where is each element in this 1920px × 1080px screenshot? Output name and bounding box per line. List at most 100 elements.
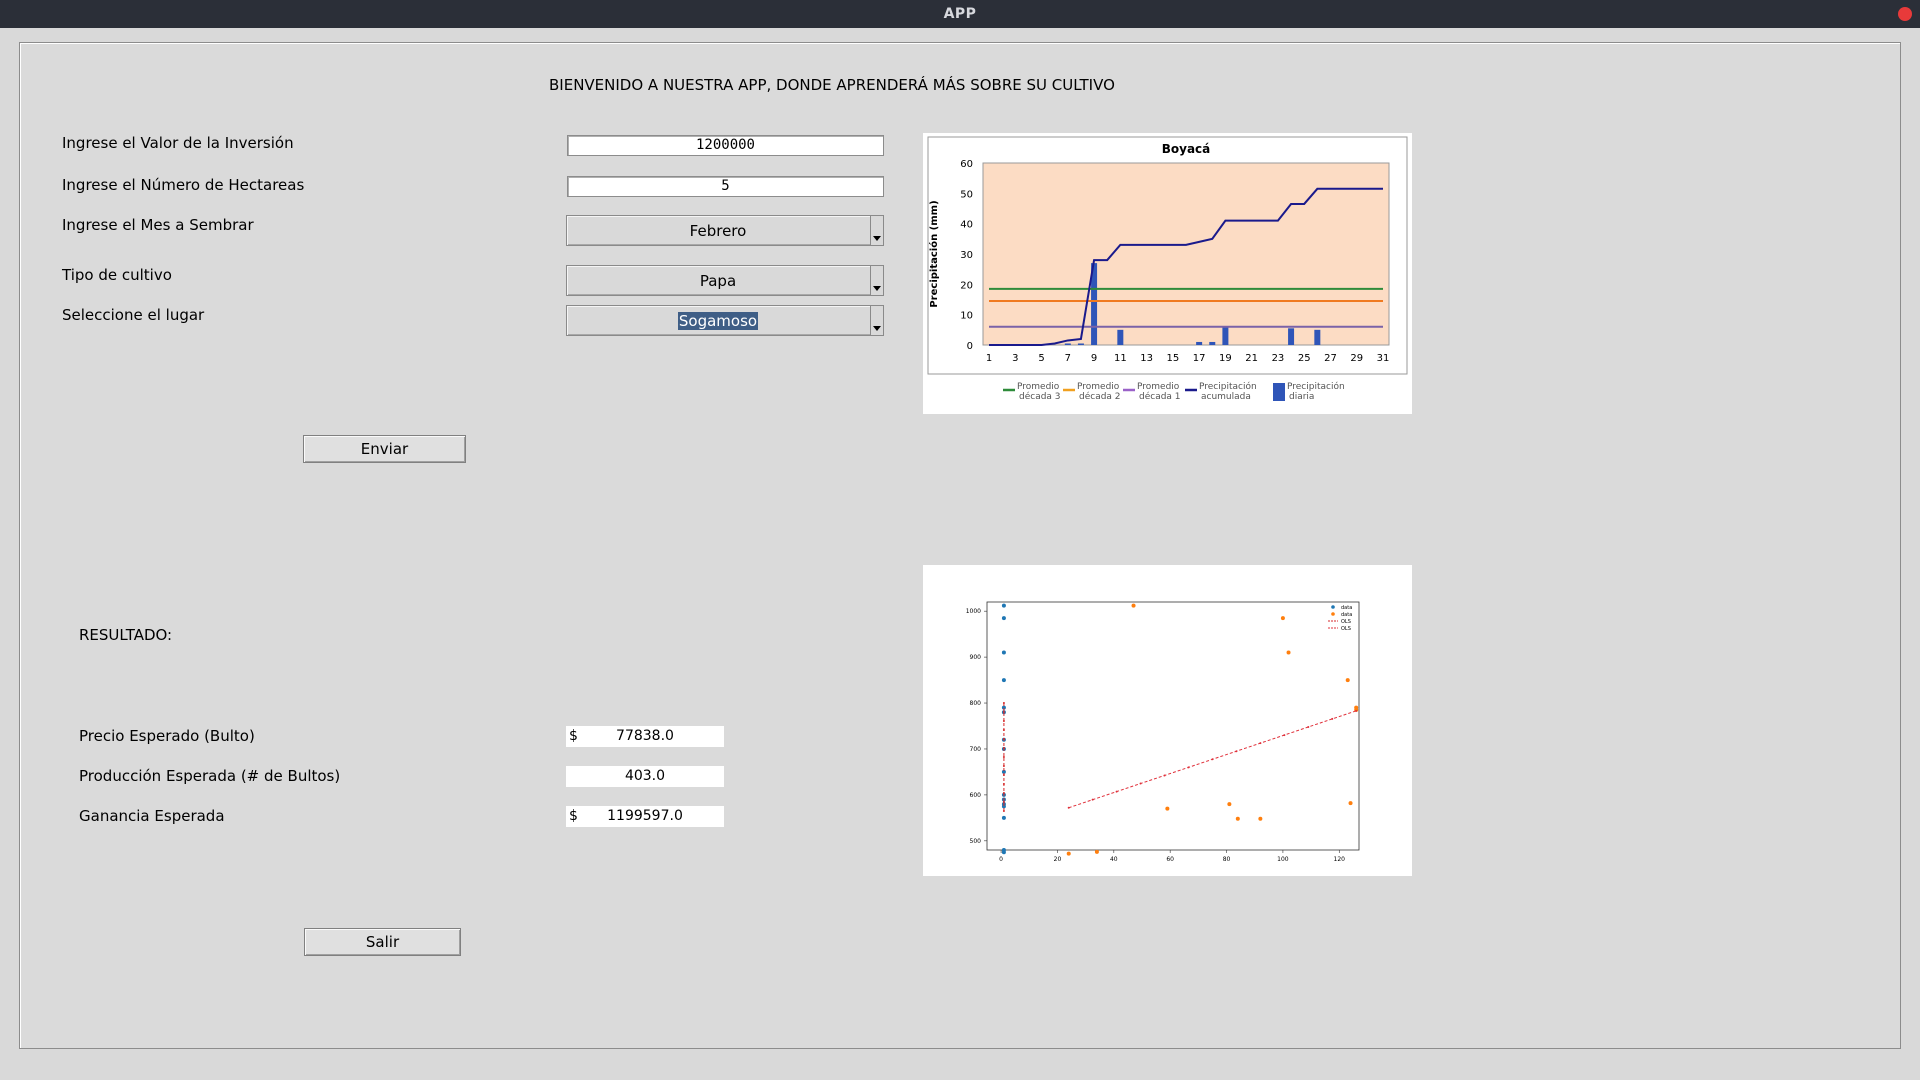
y-tick-label: 800 (970, 700, 982, 707)
ols-marker (1235, 750, 1238, 753)
enviar-button[interactable]: Enviar (303, 435, 466, 463)
legend-label: Precipitación (1199, 381, 1257, 392)
data-point (1001, 616, 1006, 621)
ols-marker (1211, 758, 1214, 761)
y-tick-label: 0 (967, 341, 973, 352)
inversion-input[interactable]: 1200000 (567, 135, 884, 156)
x-tick-label: 21 (1245, 353, 1258, 364)
x-tick-label: 40 (1110, 856, 1118, 863)
x-tick-label: 100 (1277, 856, 1289, 863)
legend-label: década 2 (1079, 391, 1121, 402)
data-point (1345, 678, 1350, 683)
ols-marker (1259, 742, 1262, 745)
y-tick-label: 1000 (966, 608, 981, 615)
daily-precip-bar (1314, 329, 1321, 345)
plot-area (986, 601, 1360, 851)
x-tick-label: 20 (1054, 856, 1062, 863)
y-tick-label: 40 (960, 220, 973, 231)
ganancia-label: Ganancia Esperada (79, 807, 225, 825)
ols-marker (1002, 773, 1005, 776)
ols-marker (1002, 738, 1005, 741)
ols-marker (1115, 790, 1118, 793)
data-point (1131, 603, 1136, 608)
y-tick-label: 10 (960, 311, 973, 322)
x-tick-label: 120 (1334, 856, 1346, 863)
precio-label: Precio Esperado (Bulto) (79, 727, 255, 745)
legend-swatch (1331, 605, 1335, 609)
x-tick-label: 7 (1065, 353, 1071, 364)
legend-label: Promedio (1017, 382, 1060, 392)
y-tick-label: 500 (970, 838, 982, 845)
x-tick-label: 1 (986, 353, 992, 364)
x-tick-label: 60 (1166, 856, 1174, 863)
x-tick-label: 19 (1219, 353, 1232, 364)
ols-marker (1067, 806, 1070, 809)
y-tick-label: 700 (970, 746, 982, 753)
ols-marker (1002, 729, 1005, 732)
x-tick-label: 9 (1091, 353, 1097, 364)
x-tick-label: 13 (1140, 353, 1153, 364)
inversion-label: Ingrese el Valor de la Inversión (62, 134, 294, 152)
x-tick-label: 5 (1038, 353, 1044, 364)
resultado-header: RESULTADO: (79, 626, 173, 644)
x-tick-label: 80 (1223, 856, 1231, 863)
plot-area (982, 162, 1390, 346)
ols-marker (1091, 798, 1094, 801)
close-icon[interactable] (1898, 7, 1912, 21)
ols-marker (1355, 709, 1358, 712)
precio-value: 77838.0 (616, 728, 674, 744)
legend-label: data (1341, 605, 1352, 611)
x-tick-label: 29 (1350, 353, 1363, 364)
cultivo-select[interactable]: Papa (566, 265, 884, 296)
data-point (1348, 801, 1353, 806)
daily-precip-bar (1077, 343, 1084, 345)
data-point (1094, 849, 1099, 854)
hectareas-label: Ingrese el Número de Hectareas (62, 176, 305, 194)
scatter-chart-panel: 0 20 40 60 80 100 120 500 600 700 800 900 1000 data da… (923, 565, 1412, 876)
y-tick-label: 600 (970, 792, 982, 799)
y-tick-label: 30 (960, 250, 973, 261)
ols-marker (1331, 717, 1334, 720)
data-point (1001, 603, 1006, 608)
data-point (1227, 802, 1232, 807)
legend-label: OLS (1341, 619, 1351, 625)
ols-marker (1002, 747, 1005, 750)
legend-label: década 3 (1019, 391, 1061, 402)
scatter-chart: 0 20 40 60 80 100 120 500 600 700 800 900 1000 datada… (966, 601, 1360, 863)
hectareas-input[interactable]: 5 (567, 176, 884, 197)
data-point (1280, 616, 1285, 621)
ols-marker (1002, 756, 1005, 758)
chevron-down-icon[interactable] (870, 216, 883, 245)
chevron-down-icon[interactable] (870, 266, 883, 295)
y-tick-label: 20 (960, 280, 973, 291)
data-point (1286, 650, 1291, 655)
daily-precip-bar (1064, 343, 1071, 345)
window-titlebar: APP (0, 0, 1920, 28)
legend-label: Promedio (1077, 382, 1120, 392)
data-point (1235, 816, 1240, 821)
legend-label: OLS (1341, 626, 1351, 632)
y-tick-label: 50 (960, 189, 973, 200)
lugar-select[interactable]: Sogamoso (566, 305, 884, 336)
precipitation-chart: BoyacáPrecipitación (mm)01020304050601 3 5… (927, 136, 1408, 402)
salir-button[interactable]: Salir (304, 928, 461, 956)
legend-label: data (1341, 612, 1352, 618)
x-tick-label: 23 (1272, 353, 1285, 364)
x-tick-label: 3 (1012, 353, 1018, 364)
legend-label: acumulada (1201, 392, 1251, 402)
y-axis-label: Precipitación (mm) (928, 200, 940, 307)
mes-select[interactable]: Febrero (566, 215, 884, 246)
legend-label: década 1 (1139, 391, 1181, 402)
x-tick-label: 11 (1114, 353, 1127, 364)
ols-marker (1307, 725, 1310, 728)
daily-precip-bar (1288, 328, 1295, 345)
ols-marker (1002, 711, 1005, 714)
ols-marker (1002, 791, 1005, 794)
precio-output: $ 77838.0 (566, 726, 724, 747)
ols-marker (1002, 702, 1005, 705)
chevron-down-icon[interactable] (870, 306, 883, 335)
x-tick-label: 0 (999, 856, 1003, 863)
window-title: APP (943, 6, 977, 22)
main-frame: BIENVENIDO A NUESTRA APP, DONDE APRENDER… (19, 42, 1901, 1049)
ols-marker (1139, 782, 1142, 785)
